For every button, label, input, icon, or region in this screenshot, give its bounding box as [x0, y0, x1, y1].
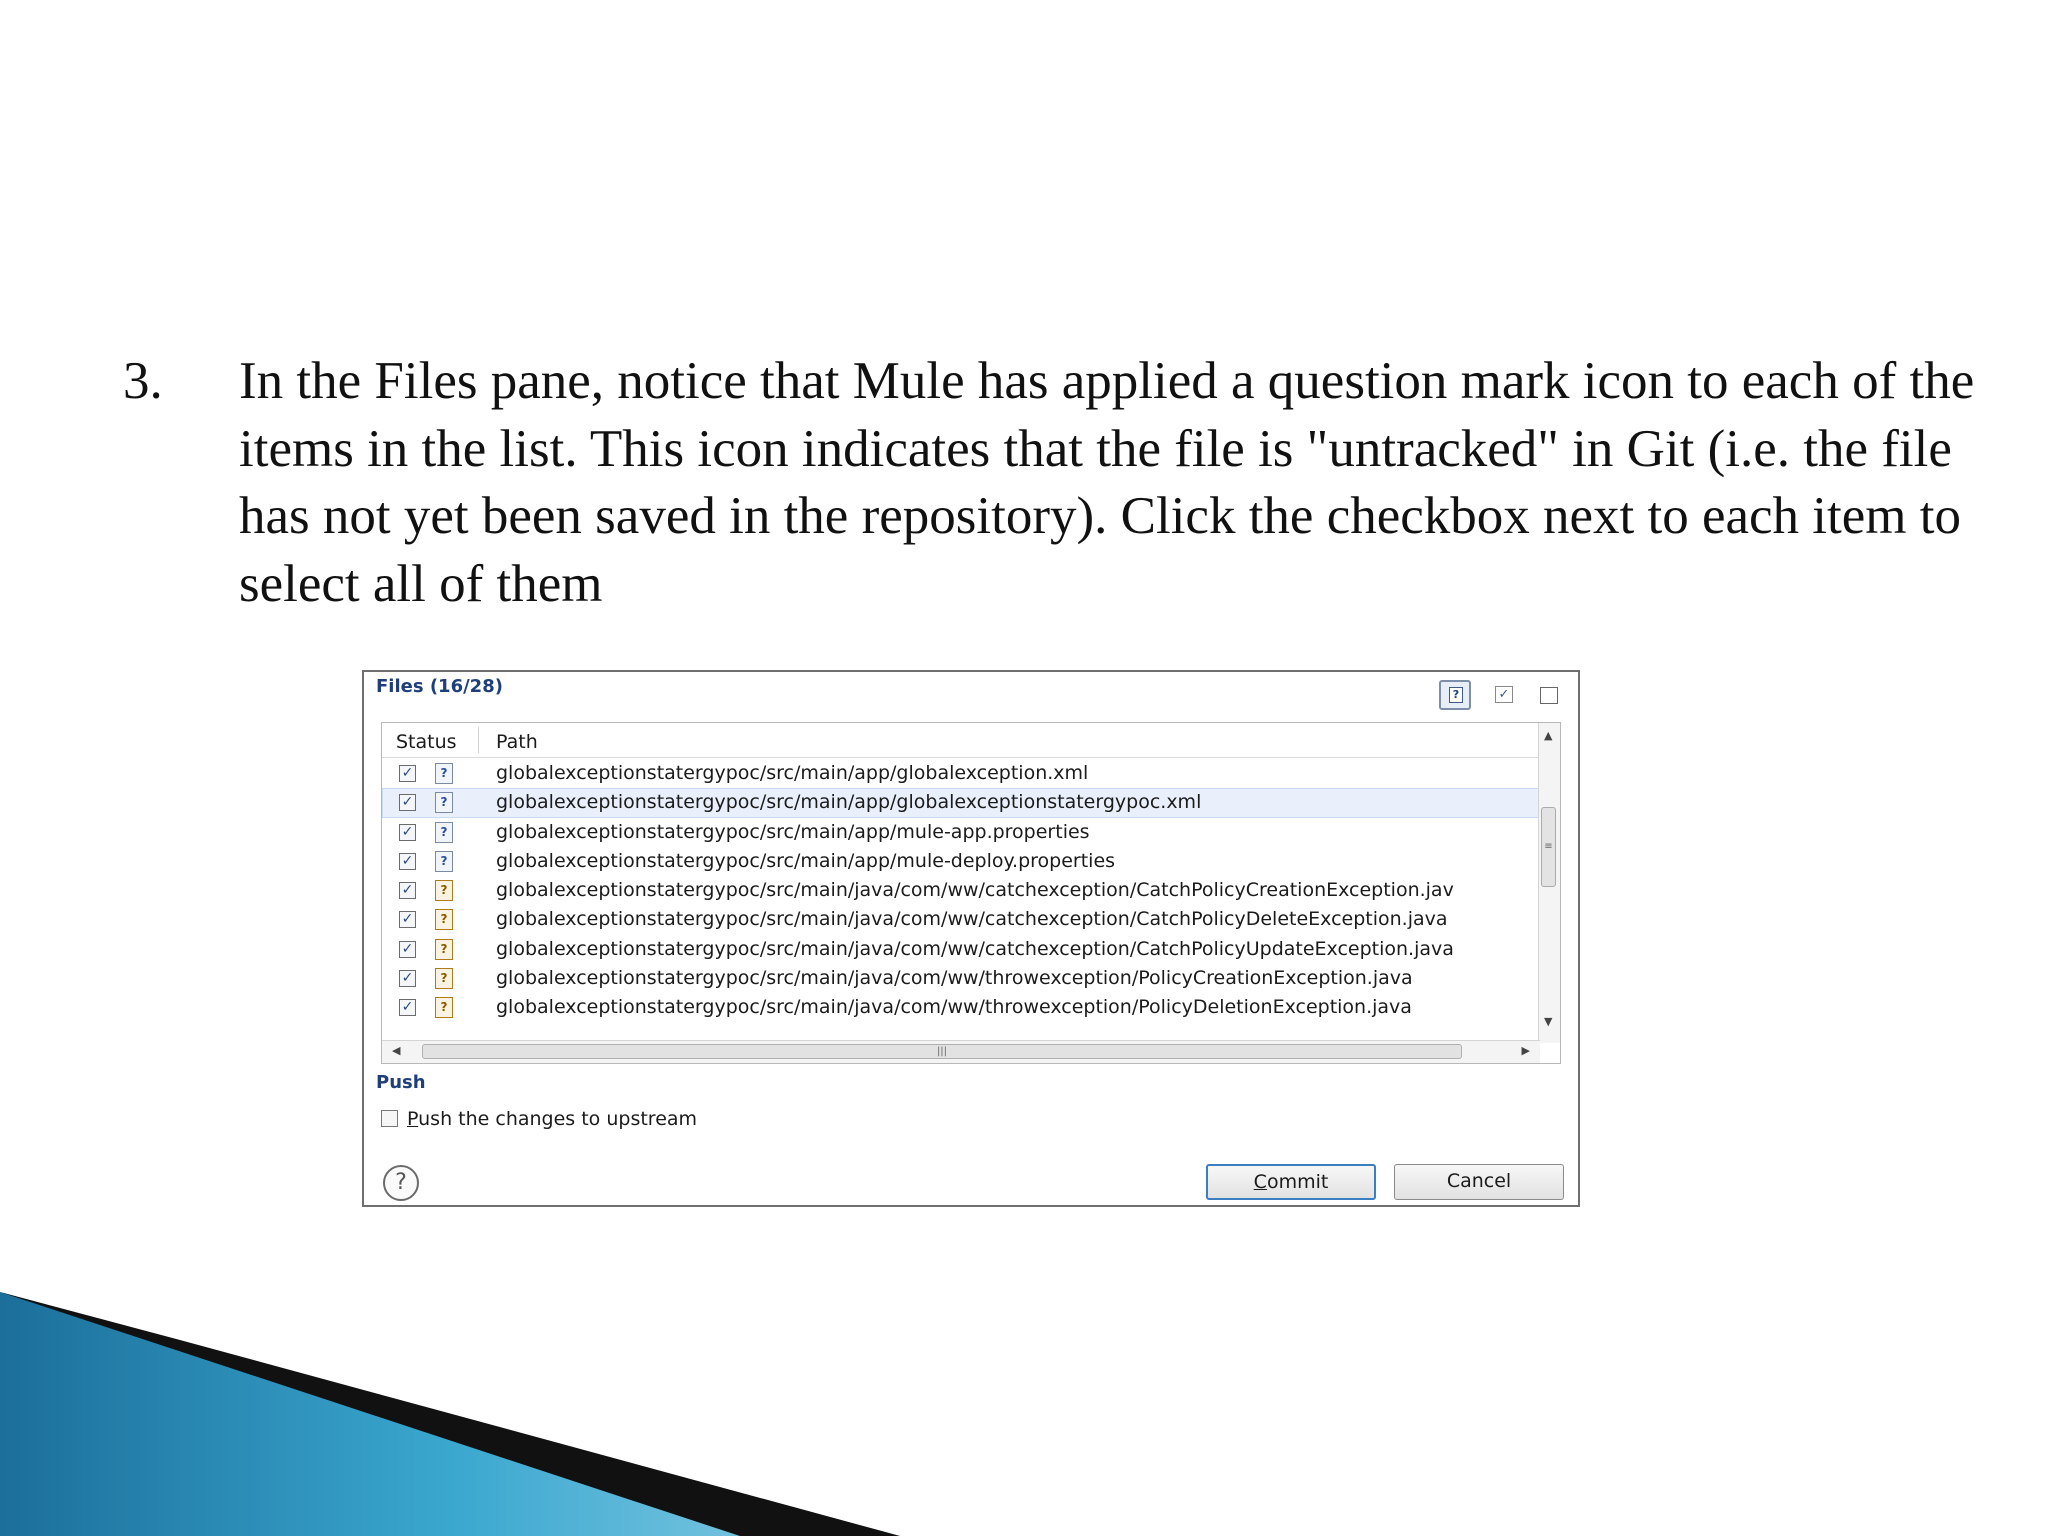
file-checkbox[interactable]: ✓: [399, 940, 416, 958]
untracked-filter-icon[interactable]: ?: [1439, 680, 1471, 710]
file-path: globalexceptionstatergypoc/src/main/app/…: [496, 849, 1116, 872]
file-path: globalexceptionstatergypoc/src/main/java…: [496, 967, 1413, 990]
untracked-java-file-icon: ?: [435, 938, 453, 960]
file-checkbox[interactable]: ✓: [399, 999, 416, 1017]
checked-filter-icon[interactable]: ✓: [1489, 680, 1521, 710]
step-number: 3.: [123, 352, 163, 410]
untracked-properties-file-icon: ?: [435, 850, 453, 872]
table-row[interactable]: ✓? globalexceptionstatergypoc/src/main/ap…: [382, 847, 1540, 876]
column-separator[interactable]: [478, 727, 479, 753]
file-path: globalexceptionstatergypoc/src/main/java…: [496, 879, 1454, 902]
files-table: Status Path ✓? globalexceptionstatergypoc…: [381, 722, 1561, 1064]
untracked-xml-file-icon: ?: [435, 763, 453, 784]
commit-button[interactable]: Commit: [1206, 1164, 1376, 1200]
scroll-up-arrow-icon[interactable]: ▲: [1544, 729, 1552, 742]
untracked-java-file-icon: ?: [435, 909, 453, 931]
untracked-properties-file-icon: ?: [435, 821, 453, 843]
file-path: globalexceptionstatergypoc/src/main/app/…: [496, 762, 1089, 784]
file-checkbox[interactable]: ✓: [399, 823, 416, 841]
untracked-java-file-icon: ?: [435, 968, 453, 990]
table-row[interactable]: ✓? globalexceptionstatergypoc/src/main/ja…: [382, 876, 1540, 905]
file-checkbox[interactable]: ✓: [399, 852, 416, 870]
step-text: In the Files pane, notice that Mule has …: [239, 352, 1975, 613]
push-upstream-checkbox[interactable]: [381, 1110, 398, 1127]
file-path: globalexceptionstatergypoc/src/main/app/…: [496, 820, 1090, 843]
table-row[interactable]: ✓? globalexceptionstatergypoc/src/main/ap…: [382, 818, 1540, 847]
slide-decoration-swoosh: [0, 1292, 900, 1536]
push-upstream-label[interactable]: Push the changes to upstream: [407, 1108, 697, 1130]
file-rows: ✓? globalexceptionstatergypoc/src/main/ap…: [382, 759, 1540, 1023]
scroll-right-arrow-icon[interactable]: ▶: [1522, 1044, 1530, 1057]
push-mnemonic: P: [407, 1108, 419, 1130]
table-row[interactable]: ✓? globalexceptionstatergypoc/src/main/ja…: [382, 935, 1540, 964]
vertical-scrollbar[interactable]: ▲ ≡ ▼: [1538, 723, 1560, 1043]
file-checkbox[interactable]: ✓: [399, 765, 416, 782]
commit-label-rest: ommit: [1266, 1171, 1329, 1193]
table-row[interactable]: ✓? globalexceptionstatergypoc/src/main/ja…: [382, 993, 1540, 1022]
table-header: Status Path: [382, 723, 1540, 758]
file-path: globalexceptionstatergypoc/src/main/java…: [496, 996, 1412, 1019]
table-row[interactable]: ✓? globalexceptionstatergypoc/src/main/ja…: [382, 905, 1540, 934]
file-path: globalexceptionstatergypoc/src/main/java…: [496, 908, 1448, 931]
push-section-title: Push: [376, 1072, 426, 1093]
table-row[interactable]: ✓? globalexceptionstatergypoc/src/main/ja…: [382, 964, 1540, 993]
column-header-status[interactable]: Status: [396, 731, 457, 753]
file-checkbox[interactable]: ✓: [399, 911, 416, 929]
file-path: globalexceptionstatergypoc/src/main/java…: [496, 937, 1454, 960]
untracked-xml-file-icon: ?: [435, 792, 453, 814]
horizontal-scroll-thumb[interactable]: |||: [422, 1044, 1462, 1059]
file-checkbox[interactable]: ✓: [399, 882, 416, 900]
commit-dialog-screenshot: Files (16/28) ? ✓ Status Path ✓? globalex…: [362, 670, 1580, 1207]
table-row[interactable]: ✓? globalexceptionstatergypoc/src/main/ap…: [382, 788, 1540, 818]
untracked-java-file-icon: ?: [435, 997, 453, 1019]
untracked-java-file-icon: ?: [435, 880, 453, 902]
table-row[interactable]: ✓? globalexceptionstatergypoc/src/main/ap…: [382, 759, 1540, 788]
scroll-left-arrow-icon[interactable]: ◀: [392, 1044, 400, 1057]
help-icon[interactable]: ?: [383, 1165, 419, 1201]
files-section-title: Files (16/28): [376, 676, 503, 697]
uncheck-all-icon[interactable]: [1534, 680, 1566, 710]
push-label-rest: ush the changes to upstream: [418, 1108, 698, 1130]
horizontal-scrollbar[interactable]: ◀ ||| ▶: [382, 1040, 1540, 1063]
vertical-scroll-thumb[interactable]: ≡: [1541, 807, 1556, 887]
cancel-button[interactable]: Cancel: [1394, 1164, 1564, 1200]
file-checkbox[interactable]: ✓: [399, 794, 416, 812]
commit-mnemonic: C: [1253, 1171, 1267, 1193]
scroll-down-arrow-icon[interactable]: ▼: [1544, 1015, 1552, 1028]
column-header-path[interactable]: Path: [496, 731, 538, 753]
file-path: globalexceptionstatergypoc/src/main/app/…: [496, 791, 1202, 814]
file-checkbox[interactable]: ✓: [399, 970, 416, 988]
